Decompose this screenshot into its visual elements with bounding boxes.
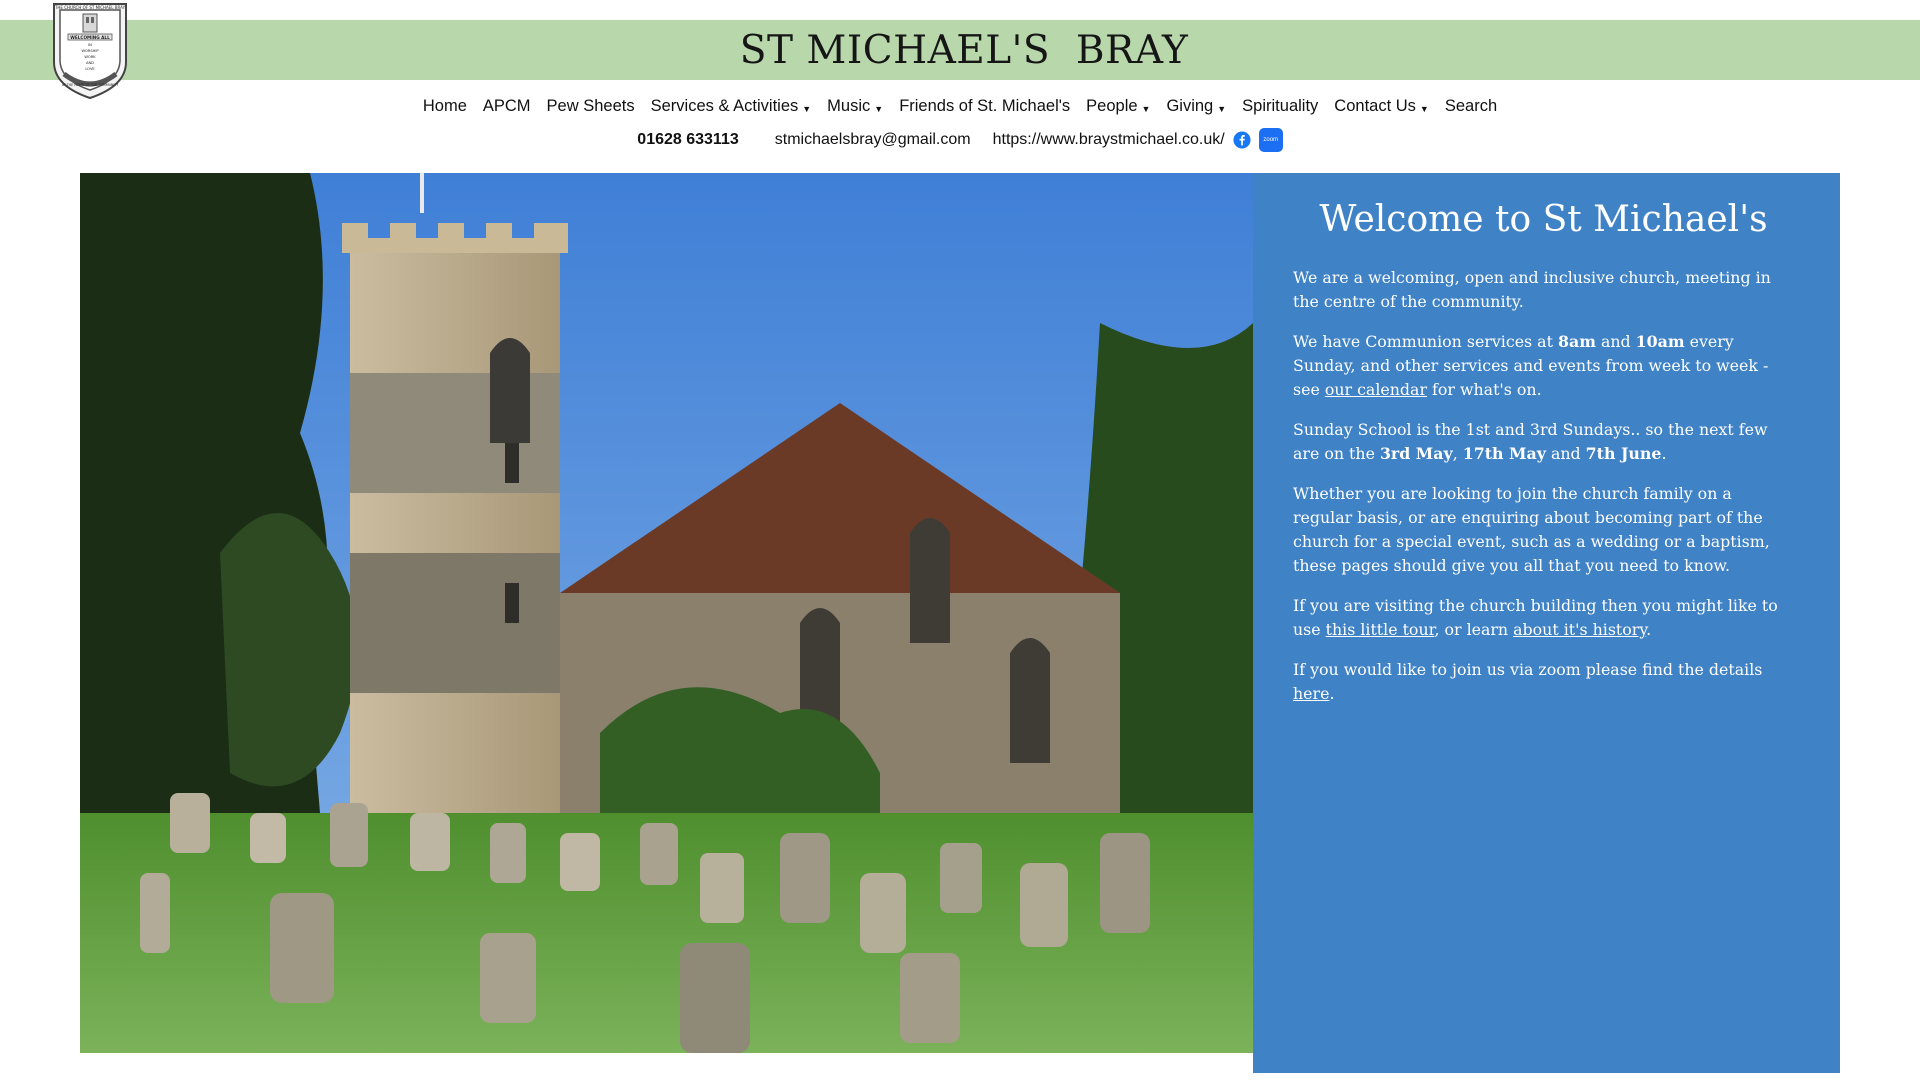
- church-photo: [80, 173, 1253, 1053]
- welcome-panel: Welcome to St Michael's We are a welcomi…: [1253, 173, 1840, 1073]
- phone-number[interactable]: 01628 633113: [637, 131, 738, 149]
- welcome-paragraph-1: We are a welcoming, open and inclusive c…: [1293, 267, 1771, 311]
- nav-people[interactable]: People ▼: [1078, 97, 1158, 116]
- logo-motto-3: WORK: [84, 55, 96, 59]
- email-address[interactable]: stmichaelsbray@gmail.com: [775, 131, 971, 149]
- caret-down-icon: ▼: [1141, 104, 1151, 114]
- zoom-label: zoom: [1263, 137, 1279, 143]
- nav-spirituality[interactable]: Spirituality: [1234, 97, 1326, 116]
- welcome-paragraph-2: We have Communion services at 8am and 10…: [1293, 331, 1769, 399]
- welcome-paragraph-4: Whether you are looking to join the chur…: [1293, 483, 1770, 575]
- zoom-details-link[interactable]: here: [1293, 684, 1329, 703]
- nav-giving[interactable]: Giving ▼: [1158, 97, 1234, 116]
- logo-motto-4: AND: [86, 61, 94, 65]
- caret-down-icon: ▼: [1217, 104, 1227, 114]
- caret-down-icon: ▼: [874, 104, 884, 114]
- nav-apcm[interactable]: APCM: [475, 97, 539, 116]
- nav-pew-sheets[interactable]: Pew Sheets: [539, 97, 643, 116]
- nav-home[interactable]: Home: [415, 97, 475, 116]
- welcome-heading: Welcome to St Michael's: [1319, 199, 1768, 240]
- nav-music[interactable]: Music ▼: [819, 97, 891, 116]
- nav-friends[interactable]: Friends of St. Michael's: [891, 97, 1078, 116]
- welcome-paragraph-6: If you would like to join us via zoom pl…: [1293, 659, 1763, 703]
- logo-motto-0: WELCOMING ALL: [70, 35, 110, 40]
- tour-link[interactable]: this little tour: [1326, 620, 1435, 639]
- facebook-icon[interactable]: [1233, 131, 1251, 149]
- church-logo-icon[interactable]: THE CHURCH OF ST MICHAEL BRAY WELCOMING …: [48, 0, 132, 100]
- zoom-icon[interactable]: zoom: [1258, 128, 1283, 152]
- caret-down-icon: ▼: [802, 104, 812, 114]
- logo-motto-5: LOVE: [85, 67, 95, 71]
- welcome-paragraph-5: If you are visiting the church building …: [1293, 595, 1778, 639]
- nav-search[interactable]: Search: [1437, 97, 1505, 116]
- nav-services-activities[interactable]: Services & Activities ▼: [643, 97, 820, 116]
- caret-down-icon: ▼: [1419, 104, 1429, 114]
- history-link[interactable]: about it's history: [1513, 620, 1646, 639]
- logo-motto-1: IN: [88, 43, 92, 47]
- logo-footer: AT THE HEART OF THE COMMUNITY: [62, 83, 118, 87]
- logo-text: THE CHURCH OF ST MICHAEL BRAY: [54, 5, 126, 10]
- calendar-link[interactable]: our calendar: [1325, 380, 1427, 399]
- website-url[interactable]: https://www.braystmichael.co.uk/: [993, 131, 1225, 149]
- contact-bar: 01628 633113 stmichaelsbray@gmail.com ht…: [0, 126, 1920, 154]
- welcome-paragraph-3: Sunday School is the 1st and 3rd Sundays…: [1293, 419, 1768, 463]
- logo-motto-2: WORSHIP: [81, 49, 99, 53]
- site-title: ST MICHAEL'S BRAY: [739, 28, 1189, 73]
- main-nav: Home APCM Pew Sheets Services & Activiti…: [0, 93, 1920, 119]
- nav-contact-us[interactable]: Contact Us ▼: [1326, 97, 1437, 116]
